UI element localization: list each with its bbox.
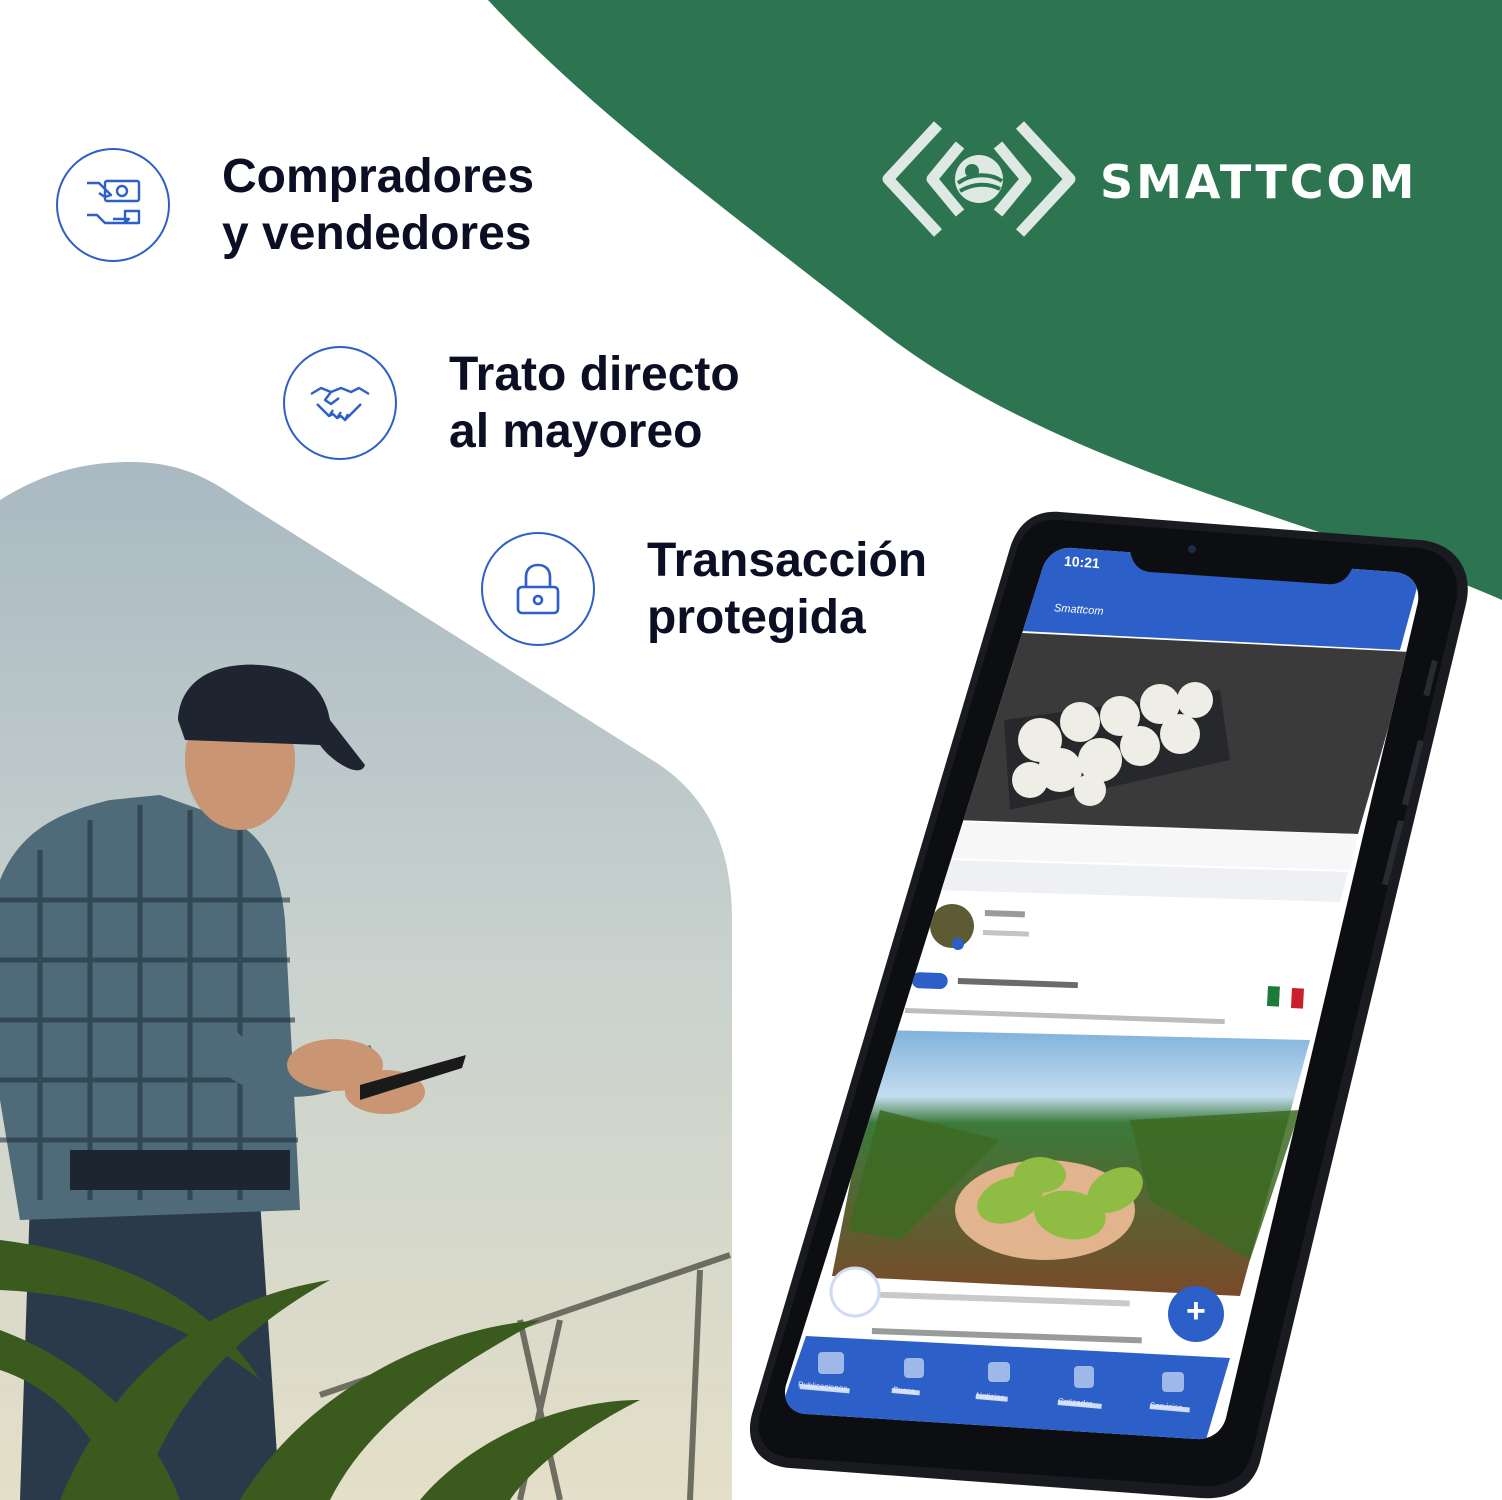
- nav-label-busca[interactable]: Busca: [893, 1385, 916, 1396]
- phone-mockup: [749, 511, 1468, 1499]
- phone-fab-button[interactable]: +: [1186, 1292, 1206, 1331]
- phone-status-time: 10:21: [1063, 552, 1101, 572]
